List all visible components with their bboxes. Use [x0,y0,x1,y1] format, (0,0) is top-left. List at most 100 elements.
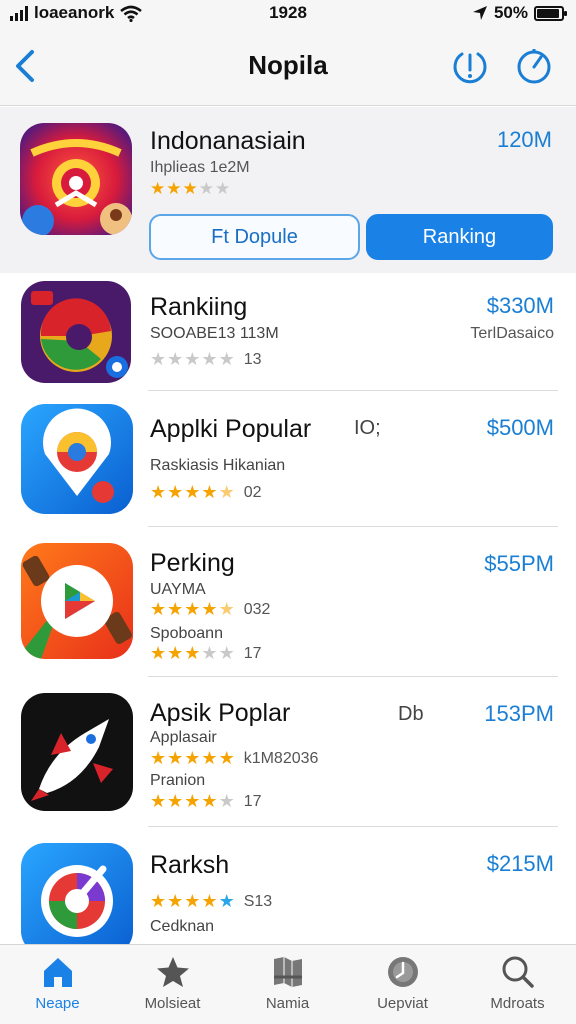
app-subtitle: Raskiasis Hikanian [150,457,286,474]
star-filled-icon: ★ [150,599,168,619]
star-rating: ★★★★★ [150,891,236,912]
rating-count: k1M82036 [243,749,319,767]
app-badge: IO; [354,417,381,439]
app-rating: ★★★★★ k1M82036 [150,748,318,769]
app-rating: ★★★★★ 032 [150,599,270,620]
star-empty-icon: ★ [198,179,215,198]
star-filled-icon: ★ [167,891,185,911]
location-arrow-icon [472,6,487,20]
featured-app-price[interactable]: 120M [497,127,552,153]
star-filled-icon: ★ [167,748,185,768]
app-price[interactable]: $215M [487,851,554,877]
info-icon[interactable] [450,46,490,86]
star-empty-icon: ★ [167,349,185,369]
star-filled-icon: ★ [182,179,199,198]
tab-map[interactable]: Namia [230,951,345,1012]
star-filled-icon: ★ [184,599,202,619]
rating-count: 17 [243,644,262,662]
app-icon-rarksh [21,843,133,944]
list-item[interactable]: Applki Popular IO; $500M Raskiasis Hikan… [0,391,576,527]
tab-bar: Neape Molsieat Namia Uepviat Mdroats [0,944,576,1024]
app-secondary-rating: ★★★★★ 17 [150,643,262,664]
app-price[interactable]: $500M [487,415,554,441]
star-filled-icon: ★ [184,482,202,502]
star-filled-icon: ★ [150,179,167,198]
tab-label: Neape [35,995,80,1012]
navigation-bar: Nopila [0,28,576,106]
list-item[interactable]: Apsik Poplar Db 153PM Applasair ★★★★★ k1M… [0,677,576,827]
star-half-icon: ★ [218,482,236,502]
list-item[interactable]: Rarksh $215M ★★★★★ S13 Cedknan [0,827,576,944]
app-secondary-label: Spoboann [150,625,223,642]
star-empty-icon: ★ [201,349,219,369]
app-secondary-label: Pranion [150,772,206,789]
star-filled-icon: ★ [201,482,219,502]
app-name: Rarksh [150,851,230,879]
star-filled-icon: ★ [218,748,236,768]
ranking-button[interactable]: Ranking [366,214,553,260]
tab-label: Mdroats [490,995,545,1012]
status-right: 50% [472,3,567,23]
star-empty-icon: ★ [201,643,219,663]
app-price[interactable]: $55PM [484,551,554,577]
featured-app[interactable]: Indonanasiain 120M Ihplieas 1e2M ★★★★★ F… [0,107,576,273]
app-icon-rankiing [21,281,131,383]
app-icon-applki-popular [21,404,133,514]
star-rating: ★★★★★ [150,791,236,812]
star-half-icon: ★ [218,599,236,619]
star-empty-icon: ★ [218,791,236,811]
battery-level [537,8,559,18]
app-rating: ★★★★★ S13 [150,891,272,912]
star-filled-icon: ★ [150,482,168,502]
timer-icon[interactable] [514,46,554,86]
app-name: Applki Popular [150,415,312,443]
tab-label: Uepviat [377,995,428,1012]
battery-percent: 50% [493,3,528,22]
star-rating: ★★★★★ [150,599,236,620]
tab-label: Namia [265,995,310,1012]
updates-icon [387,957,418,987]
star-filled-icon: ★ [201,791,219,811]
star-rating: ★★★★★ [150,748,236,769]
list-item[interactable]: Perking $55PM UAYMA ★★★★★ 032 Spoboann ★★… [0,527,576,677]
app-name: Apsik Poplar [150,699,291,727]
star-empty-icon: ★ [215,179,232,198]
star-filled-icon: ★ [167,643,185,663]
star-filled-icon: ★ [167,599,185,619]
app-secondary-label: Cedknan [150,918,215,935]
tab-search[interactable]: Mdroats [460,951,575,1012]
app-price[interactable]: $330M [487,293,554,319]
search-icon [502,956,534,988]
star-empty-icon: ★ [150,349,168,369]
app-price[interactable]: 153PM [484,701,554,727]
battery-icon [534,5,567,21]
star-empty-icon: ★ [184,349,202,369]
star-filled-icon: ★ [150,643,168,663]
star-filled-icon: ★ [184,791,202,811]
star-rating: ★★★★★ [150,179,231,199]
app-badge: Db [398,703,424,725]
popular-button[interactable]: Ft Dopule [149,214,360,260]
app-category: TerlDasaico [470,325,554,342]
tab-featured[interactable]: Molsieat [115,951,230,1012]
rating-count: 13 [243,350,262,368]
rating-count: 02 [243,483,262,501]
rating-count: 17 [243,792,262,810]
star-filled-icon: ★ [184,891,202,911]
home-icon [43,958,72,987]
rating-count: 032 [243,600,271,618]
star-filled-icon: ★ [150,791,168,811]
app-name: Rankiing [150,293,248,321]
tab-updates[interactable]: Uepviat [345,951,460,1012]
star-empty-icon: ★ [218,349,236,369]
star-rating: ★★★★★ [150,643,236,664]
rating-count: S13 [243,892,273,910]
featured-app-name: Indonanasiain [150,127,306,155]
list-item[interactable]: Rankiing $330M SOOABE13 113M TerlDasaico… [0,273,576,391]
star-filled-icon: ★ [150,748,168,768]
star-filled-icon: ★ [167,791,185,811]
star-icon [156,957,189,987]
tab-home[interactable]: Neape [0,951,115,1012]
star-rating: ★★★★★ [150,482,236,503]
star-filled-icon: ★ [167,482,185,502]
